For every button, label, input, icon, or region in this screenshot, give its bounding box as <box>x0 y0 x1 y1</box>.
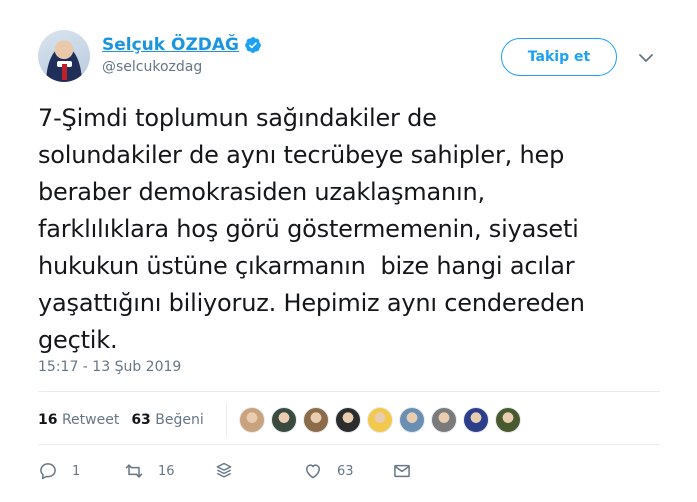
retweet-count: 16 <box>158 463 175 479</box>
liker-avatar[interactable] <box>462 407 489 433</box>
username[interactable]: @selcukozdag <box>102 59 262 75</box>
follow-button[interactable]: Takip et <box>501 38 617 76</box>
liker-avatar[interactable] <box>366 407 393 433</box>
liker-avatar[interactable] <box>302 407 329 433</box>
stats-separator <box>225 403 227 437</box>
verified-badge-icon <box>245 37 261 53</box>
direct-message-button[interactable] <box>392 457 412 485</box>
liker-avatar[interactable] <box>494 407 521 433</box>
avatar[interactable] <box>38 30 90 82</box>
reply-icon <box>40 463 56 480</box>
liker-avatars <box>238 407 527 433</box>
liker-avatar[interactable] <box>334 407 361 433</box>
avatar-tie <box>62 64 67 80</box>
liker-avatar[interactable] <box>238 407 265 433</box>
liker-avatar[interactable] <box>398 407 425 433</box>
retweet-stat-count: 16 <box>38 412 58 428</box>
retweet-stat[interactable]: 16 Retweet <box>38 412 119 428</box>
divider-bottom <box>38 444 660 445</box>
stack-button[interactable] <box>214 457 234 485</box>
like-button[interactable]: 63 <box>303 457 354 485</box>
envelope-icon <box>394 464 410 478</box>
tweet-card: Selçuk ÖZDAĞ @selcukozdag Takip et 7-Şim… <box>0 0 697 502</box>
chevron-down-icon[interactable] <box>638 50 654 66</box>
display-name-row: Selçuk ÖZDAĞ <box>102 33 262 57</box>
like-stat-label: Beğeni <box>155 412 204 428</box>
tweet-actions: 1 16 63 <box>38 457 438 485</box>
retweet-stat-label: Retweet <box>61 412 120 428</box>
retweet-icon <box>125 464 143 478</box>
like-stat-count: 63 <box>131 412 151 428</box>
reply-count: 1 <box>72 463 81 479</box>
like-stat[interactable]: 63 Beğeni <box>131 412 203 428</box>
layers-icon <box>216 462 232 478</box>
tweet-timestamp[interactable]: 15:17 - 13 Şub 2019 <box>38 359 181 375</box>
divider-top <box>38 391 660 392</box>
retweet-button[interactable]: 16 <box>124 457 175 485</box>
tweet-stats: 16 Retweet 63 Beğeni <box>38 400 660 440</box>
heart-icon <box>306 464 320 479</box>
tweet-text: 7-Şimdi toplumun sağındakiler de solunda… <box>38 104 585 354</box>
tweet-header: Selçuk ÖZDAĞ @selcukozdag Takip et <box>38 30 668 88</box>
liker-avatar[interactable] <box>270 407 297 433</box>
reply-button[interactable]: 1 <box>38 457 80 485</box>
display-name[interactable]: Selçuk ÖZDAĞ <box>102 35 239 55</box>
liker-avatar[interactable] <box>430 407 457 433</box>
like-count: 63 <box>337 463 354 479</box>
author-names: Selçuk ÖZDAĞ @selcukozdag <box>102 33 262 75</box>
